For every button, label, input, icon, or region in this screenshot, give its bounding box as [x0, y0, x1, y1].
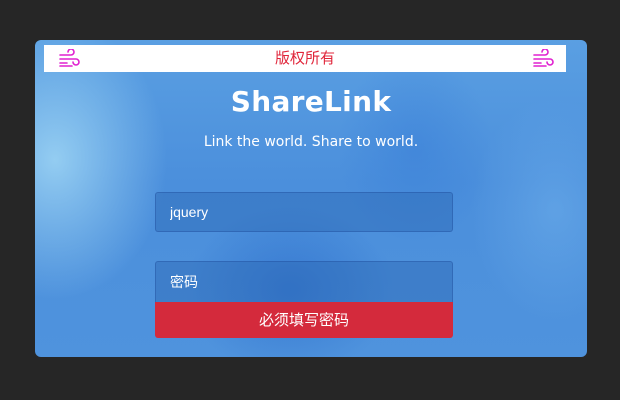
tagline: Link the world. Share to world.	[203, 134, 419, 150]
username-input[interactable]	[155, 192, 453, 232]
header-title: 版权所有	[274, 49, 335, 67]
password-error-message: 必须填写密码	[155, 302, 453, 338]
header-bar: 版权所有	[44, 45, 566, 72]
brand-title: ShareLink	[230, 85, 392, 118]
password-input[interactable]	[155, 261, 453, 303]
wind-icon	[532, 48, 554, 69]
login-panel: 版权所有 ShareLink Link the world. Share to …	[35, 40, 587, 357]
